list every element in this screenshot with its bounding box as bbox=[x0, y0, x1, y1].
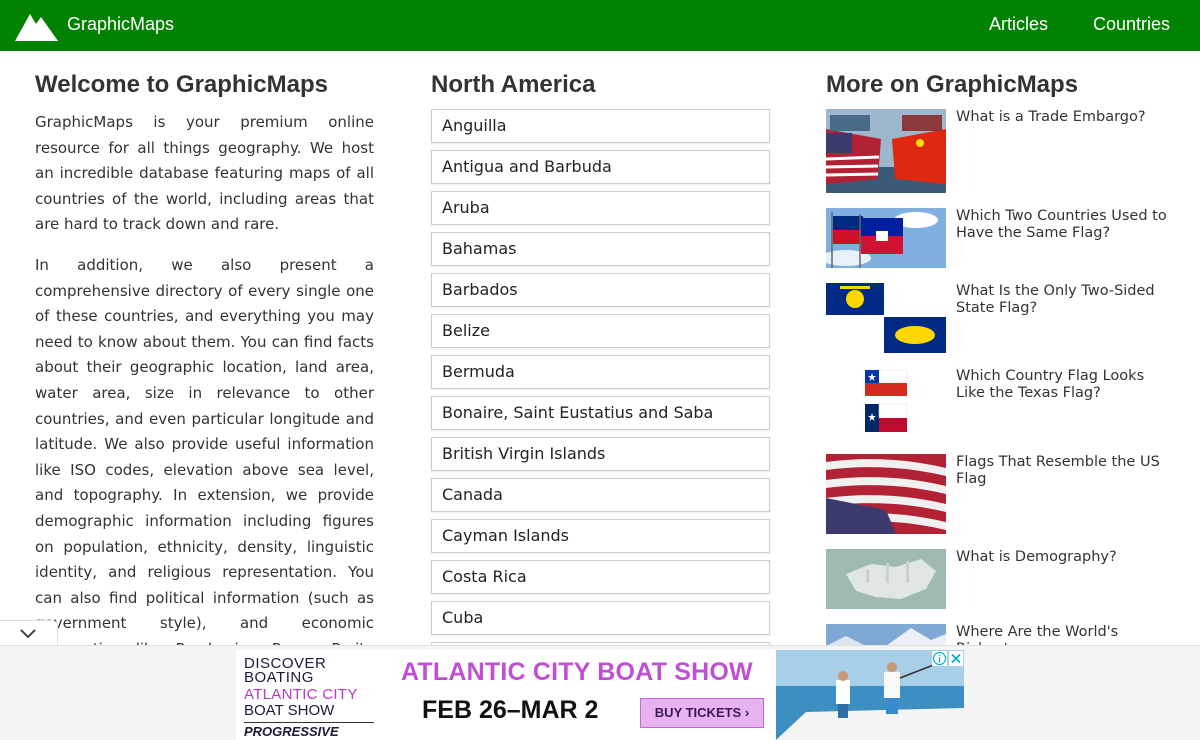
ad-info-icon[interactable] bbox=[932, 651, 947, 666]
north-america-title: North America bbox=[431, 71, 596, 98]
trade-embargo-thumbnail[interactable] bbox=[826, 109, 946, 193]
country-item-bahamas[interactable]: Bahamas bbox=[431, 232, 770, 266]
ad-banner[interactable]: DISCOVER BOATING ATLANTIC CITY BOAT SHOW… bbox=[236, 650, 964, 740]
ad-brand-line-4: BOAT SHOW bbox=[244, 702, 335, 719]
country-item-bonaire[interactable]: Bonaire, Saint Eustatius and Saba bbox=[431, 396, 770, 430]
country-item-belize[interactable]: Belize bbox=[431, 314, 770, 348]
nav-countries[interactable]: Countries bbox=[1093, 14, 1170, 35]
article-title[interactable]: What is a Trade Embargo? bbox=[956, 109, 1171, 126]
oregon-flag-thumbnail[interactable] bbox=[826, 283, 946, 353]
article-title[interactable]: What Is the Only Two-Sided State Flag? bbox=[956, 283, 1171, 317]
article-title[interactable]: Which Country Flag Looks Like the Texas … bbox=[956, 368, 1171, 402]
ad-dates: FEB 26–MAR 2 bbox=[422, 696, 599, 724]
country-item-british-virgin-islands[interactable]: British Virgin Islands bbox=[431, 437, 770, 471]
ad-brand-line-3: ATLANTIC CITY bbox=[244, 686, 358, 703]
welcome-title: Welcome to GraphicMaps bbox=[35, 71, 328, 98]
us-flag-thumbnail[interactable] bbox=[826, 454, 946, 534]
world-richest-thumbnail[interactable] bbox=[826, 624, 946, 646]
country-item-antigua-and-barbuda[interactable]: Antigua and Barbuda bbox=[431, 150, 770, 184]
welcome-section: Welcome to GraphicMaps GraphicMaps is yo… bbox=[35, 71, 374, 714]
country-item-cuba[interactable]: Cuba bbox=[431, 601, 770, 635]
country-item-cayman-islands[interactable]: Cayman Islands bbox=[431, 519, 770, 553]
mountain-logo-icon[interactable] bbox=[15, 10, 58, 41]
ad-headline[interactable]: ATLANTIC CITY BOAT SHOW bbox=[401, 658, 753, 687]
ad-sponsor: PROGRESSIVE bbox=[244, 722, 374, 739]
chile-texas-flags-thumbnail[interactable] bbox=[826, 368, 946, 438]
welcome-paragraph-1: GraphicMaps is your premium online resou… bbox=[35, 113, 374, 234]
ad-close-icon[interactable] bbox=[949, 651, 963, 666]
buy-tickets-button[interactable]: BUY TICKETS › bbox=[640, 698, 764, 728]
article-title[interactable]: Which Two Countries Used to Have the Sam… bbox=[956, 208, 1171, 242]
more-section: More on GraphicMaps What is a Trade Emba… bbox=[826, 71, 1176, 657]
country-item-costa-rica[interactable]: Costa Rica bbox=[431, 560, 770, 594]
site-header: GraphicMaps Articles Countries bbox=[0, 0, 1200, 51]
country-item-bermuda[interactable]: Bermuda bbox=[431, 355, 770, 389]
article-title[interactable]: What is Demography? bbox=[956, 549, 1171, 566]
more-title: More on GraphicMaps bbox=[826, 71, 1079, 98]
north-america-section: North America Anguilla Antigua and Barbu… bbox=[431, 71, 770, 683]
ad-brand-block: DISCOVER BOATING ATLANTIC CITY BOAT SHOW… bbox=[244, 656, 379, 739]
demography-map-thumbnail[interactable] bbox=[826, 549, 946, 609]
country-item-canada[interactable]: Canada bbox=[431, 478, 770, 512]
brand-link[interactable]: GraphicMaps bbox=[67, 14, 174, 35]
nav-articles[interactable]: Articles bbox=[989, 14, 1048, 35]
country-list: Anguilla Antigua and Barbuda Aruba Baham… bbox=[431, 109, 770, 676]
country-item-barbados[interactable]: Barbados bbox=[431, 273, 770, 307]
haiti-liechtenstein-flags-thumbnail[interactable] bbox=[826, 208, 946, 268]
country-item-aruba[interactable]: Aruba bbox=[431, 191, 770, 225]
article-title[interactable]: Flags That Resemble the US Flag bbox=[956, 454, 1171, 488]
country-item-anguilla[interactable]: Anguilla bbox=[431, 109, 770, 143]
ad-brand-line-2: BOATING bbox=[244, 669, 314, 686]
